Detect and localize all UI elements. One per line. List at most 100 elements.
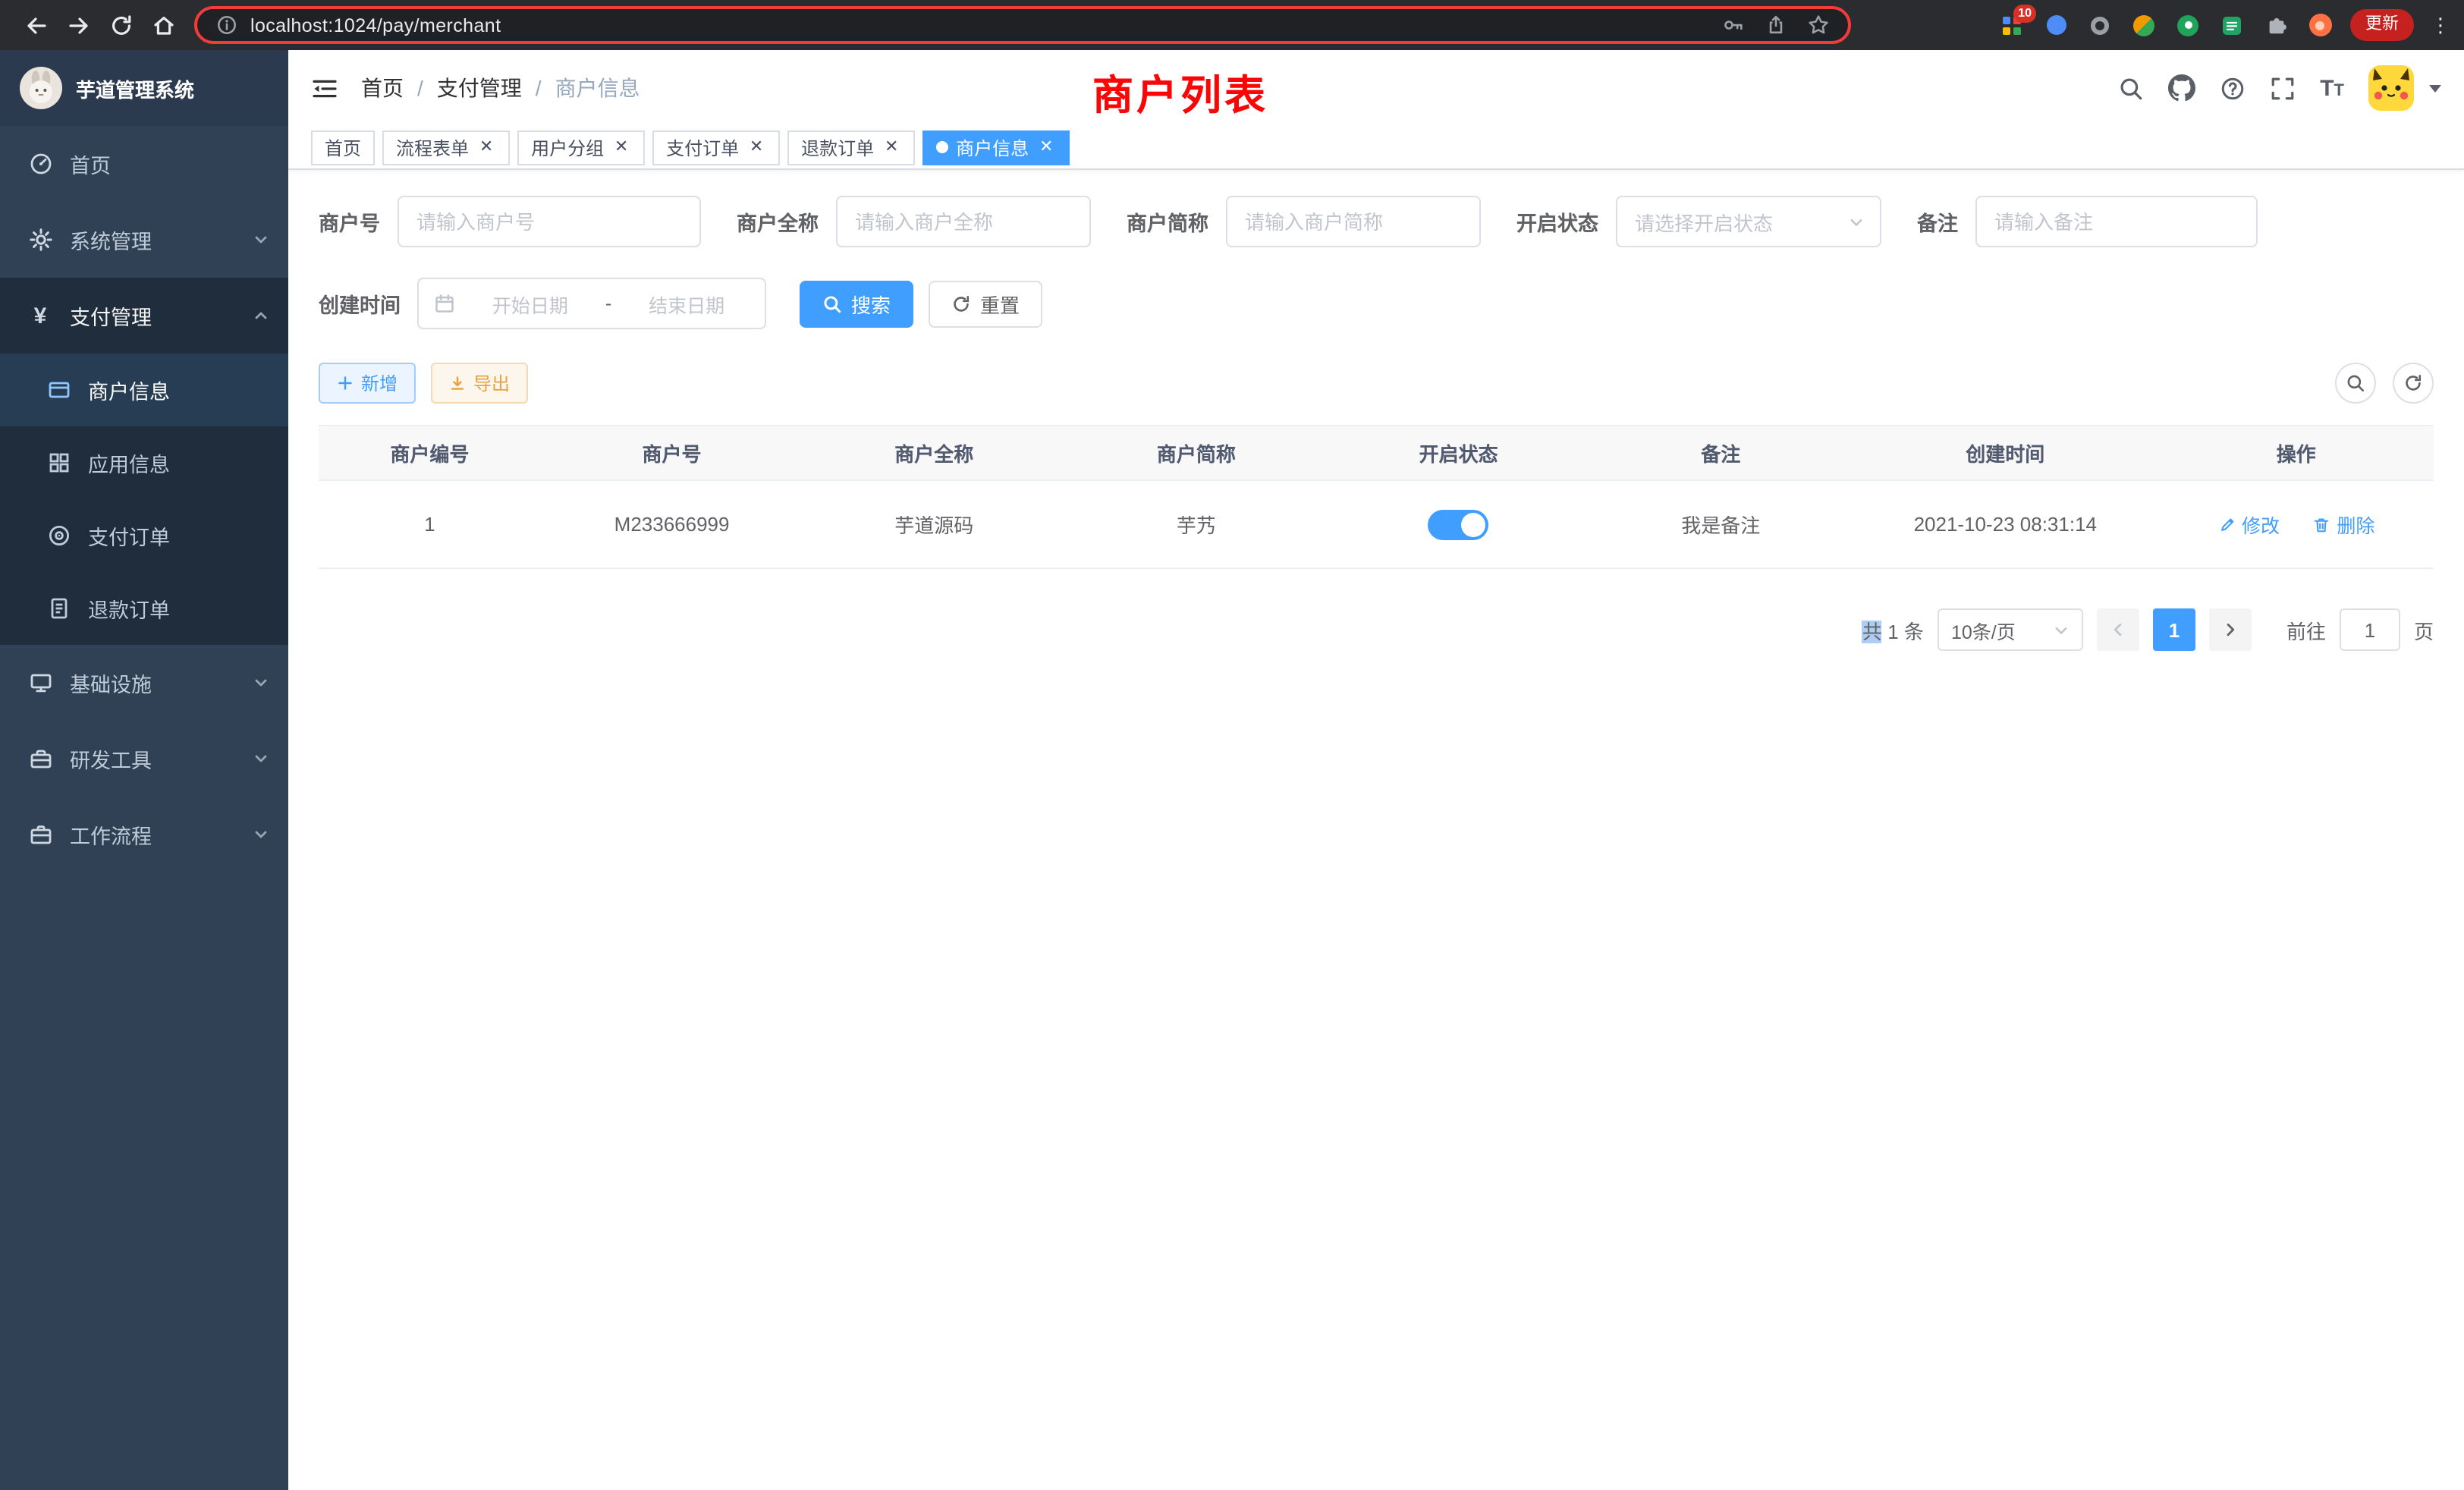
next-page-button[interactable]: [2209, 608, 2252, 651]
address-bar[interactable]: localhost:1024/pay/merchant: [194, 6, 1851, 44]
browser-menu-icon[interactable]: ⋮: [2431, 21, 2449, 29]
short-name-input[interactable]: [1225, 196, 1480, 247]
breadcrumb-current: 商户信息: [555, 73, 640, 103]
chevron-down-icon: [253, 675, 269, 690]
calendar-icon: [434, 293, 455, 314]
cell-status: [1328, 480, 1590, 568]
create-time-range-picker[interactable]: 开始日期 - 结束日期: [417, 278, 766, 329]
font-size-icon[interactable]: TT: [2320, 75, 2344, 101]
sidebar-item-label: 支付管理: [70, 300, 152, 331]
chevron-down-icon: [253, 232, 269, 247]
col-merchant-id: 商户编号: [319, 426, 541, 480]
goto-page-input[interactable]: [2340, 608, 2400, 651]
extension-grid-icon[interactable]: 10: [1998, 11, 2026, 39]
tab-user-group[interactable]: 用户分组✕: [517, 130, 645, 165]
delete-link[interactable]: 删除: [2312, 510, 2374, 539]
extensions-puzzle-icon[interactable]: [2262, 11, 2290, 39]
merchant-no-input[interactable]: [397, 196, 700, 247]
close-icon[interactable]: ✕: [882, 137, 901, 157]
sidebar-item-system[interactable]: 系统管理: [0, 202, 288, 278]
extension-notes-icon[interactable]: [2218, 11, 2246, 39]
share-icon[interactable]: [1765, 14, 1787, 36]
sidebar-item-home[interactable]: 首页: [0, 126, 288, 202]
reset-button[interactable]: 重置: [929, 280, 1042, 327]
remark-input[interactable]: [1975, 196, 2257, 247]
sidebar-item-pay[interactable]: ¥ 支付管理: [0, 278, 288, 354]
sidebar-item-label: 工作流程: [70, 819, 152, 850]
fullscreen-icon[interactable]: [2270, 75, 2296, 101]
cell-merchant-no: M233666999: [541, 480, 803, 568]
edit-link[interactable]: 修改: [2217, 510, 2280, 539]
status-select[interactable]: 请选择开启状态: [1615, 196, 1881, 247]
dashboard-icon: [27, 152, 53, 176]
forward-icon[interactable]: [58, 4, 100, 46]
tab-pay-order[interactable]: 支付订单✕: [652, 130, 780, 165]
extension-avatar-icon[interactable]: [2130, 11, 2158, 39]
col-short-name: 商户简称: [1065, 426, 1328, 480]
sidebar-item-infra[interactable]: 基础设施: [0, 645, 288, 721]
status-select-placeholder: 请选择开启状态: [1635, 207, 1773, 236]
edit-icon: [2217, 515, 2236, 533]
home-icon[interactable]: [143, 4, 185, 46]
search-icon[interactable]: [2118, 75, 2144, 101]
breadcrumb-home[interactable]: 首页: [361, 73, 404, 103]
sidebar-item-pay-order[interactable]: 支付订单: [0, 499, 288, 572]
close-icon[interactable]: ✕: [611, 137, 631, 157]
status-toggle[interactable]: [1428, 509, 1489, 539]
close-icon[interactable]: ✕: [1036, 137, 1056, 157]
chrome-update-button[interactable]: 更新: [2350, 9, 2414, 41]
table-tools: [2335, 363, 2434, 404]
extension-blue-icon[interactable]: [2042, 11, 2070, 39]
breadcrumb-pay[interactable]: 支付管理: [437, 73, 522, 103]
col-actions: 操作: [2158, 426, 2434, 480]
breadcrumb-separator: /: [417, 76, 423, 100]
collapse-sidebar-icon[interactable]: [311, 75, 338, 101]
prev-page-button[interactable]: [2097, 608, 2139, 651]
extension-badge: 10: [2013, 4, 2036, 22]
extension-ring-icon[interactable]: [2086, 11, 2114, 39]
chevron-down-icon: [2053, 621, 2070, 638]
toggle-search-button[interactable]: [2335, 363, 2376, 404]
back-icon[interactable]: [15, 4, 58, 46]
table-row: 1 M233666999 芋道源码 芋艿 我是备注 2021-10-23 08:…: [319, 480, 2434, 568]
status-label: 开启状态: [1516, 206, 1615, 237]
page-number-1[interactable]: 1: [2153, 608, 2195, 651]
table-toolbar: 新增 导出: [319, 363, 2434, 404]
chevron-down-icon[interactable]: [2429, 84, 2441, 92]
app-logo[interactable]: 芋道管理系统: [0, 50, 288, 126]
export-button[interactable]: 导出: [431, 363, 528, 404]
sidebar-item-app-info[interactable]: 应用信息: [0, 426, 288, 499]
sidebar-item-merchant-info[interactable]: 商户信息: [0, 354, 288, 426]
search-button[interactable]: 搜索: [800, 280, 913, 327]
user-avatar[interactable]: [2368, 65, 2414, 111]
tab-refund-order[interactable]: 退款订单✕: [787, 130, 915, 165]
goto-label: 前往: [2286, 615, 2326, 644]
key-icon[interactable]: [1722, 14, 1745, 36]
sidebar-item-devtools[interactable]: 研发工具: [0, 721, 288, 797]
reload-icon[interactable]: [100, 4, 143, 46]
chevron-down-icon: [253, 751, 269, 766]
close-icon[interactable]: ✕: [476, 137, 496, 157]
help-icon[interactable]: [2220, 75, 2246, 101]
site-info-icon[interactable]: [215, 14, 238, 36]
sidebar-item-refund-order[interactable]: 退款订单: [0, 572, 288, 645]
cell-actions: 修改 删除: [2158, 480, 2434, 568]
sidebar-item-workflow[interactable]: 工作流程: [0, 797, 288, 872]
add-button[interactable]: 新增: [319, 363, 416, 404]
extension-green-circle-icon[interactable]: [2174, 11, 2202, 39]
cell-full-name: 芋道源码: [803, 480, 1065, 568]
bookmark-star-icon[interactable]: [1807, 14, 1830, 36]
close-icon[interactable]: ✕: [746, 137, 766, 157]
total-count: 1: [1887, 620, 1898, 643]
refresh-button[interactable]: [2393, 363, 2434, 404]
document-icon: [46, 596, 71, 621]
page-size-select[interactable]: 10条/页: [1938, 608, 2083, 651]
browser-profile-avatar[interactable]: [2306, 11, 2334, 39]
grid-icon: [46, 451, 71, 475]
github-icon[interactable]: [2168, 74, 2195, 102]
tab-merchant-info[interactable]: 商户信息✕: [922, 130, 1070, 165]
full-name-input[interactable]: [835, 196, 1090, 247]
tab-process-form[interactable]: 流程表单✕: [382, 130, 510, 165]
tab-home[interactable]: 首页: [311, 130, 375, 165]
browser-toolbar: localhost:1024/pay/merchant 10: [0, 0, 2464, 50]
